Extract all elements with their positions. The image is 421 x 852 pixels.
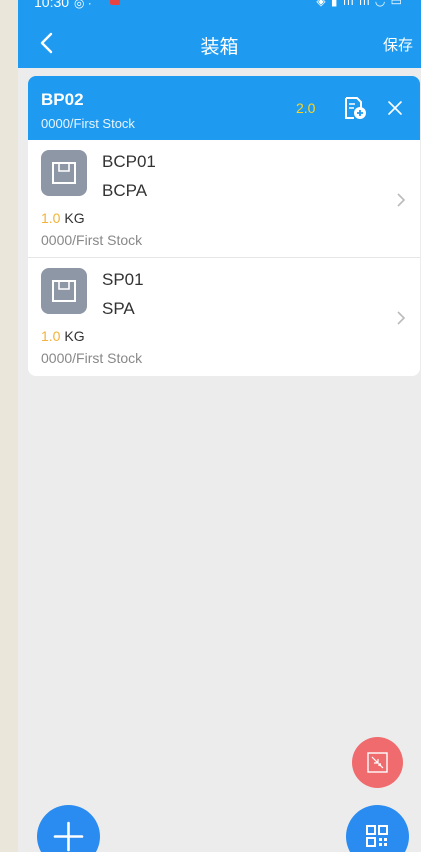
list-item[interactable]: BCP01 BCPA 1.0 KG 0000/First Stock (28, 140, 420, 257)
item-weight-value: 1.0 (41, 210, 61, 226)
item-code: SP01 (102, 270, 144, 289)
item-weight-value: 1.0 (41, 328, 61, 344)
item-location: 0000/First Stock (41, 350, 143, 366)
app-screen: 10:30 ◎ · ◈ ▮ ıll ıll ◡ ▭ 装箱 保存 BP02 000… (18, 0, 421, 852)
item-weight-unit: KG (64, 328, 85, 344)
list-item[interactable]: SP01 SPA 1.0 KG 0000/First Stock (28, 258, 420, 375)
chevron-right-icon (397, 193, 406, 207)
add-button[interactable] (37, 805, 100, 852)
qr-code-icon (366, 825, 388, 847)
status-notification-icons: ◎ · (74, 0, 92, 10)
collapse-button[interactable] (352, 737, 403, 788)
document-add-icon[interactable] (343, 96, 367, 120)
page-title: 装箱 (200, 37, 239, 58)
status-bar: 10:30 ◎ · ◈ ▮ ıll ıll ◡ ▭ (18, 0, 421, 14)
package-location: 0000/First Stock (41, 116, 135, 131)
chevron-right-icon (397, 311, 406, 325)
item-name: SPA (102, 299, 135, 318)
close-icon[interactable] (386, 99, 404, 117)
plus-icon (53, 821, 84, 852)
status-time: 10:30 (34, 0, 70, 10)
package-header: BP02 0000/First Stock 2.0 (28, 76, 420, 140)
package-code: BP02 (41, 90, 84, 109)
status-system-icons: ◈ ▮ ıll ıll ◡ ▭ (316, 0, 403, 8)
app-header: 10:30 ◎ · ◈ ▮ ıll ıll ◡ ▭ 装箱 保存 (18, 0, 421, 68)
collapse-icon (367, 752, 388, 773)
save-button[interactable]: 保存 (383, 34, 413, 55)
package-card: BP02 0000/First Stock 2.0 BCP01 BCPA 1.0… (28, 76, 420, 376)
item-weight-unit: KG (64, 210, 85, 226)
item-name: BCPA (102, 181, 148, 200)
box-icon (41, 268, 87, 314)
package-weight: 2.0 (296, 100, 316, 116)
item-weight: 1.0 KG (41, 328, 85, 344)
box-icon (41, 150, 87, 196)
item-location: 0000/First Stock (41, 232, 143, 248)
item-code: BCP01 (102, 152, 156, 171)
item-weight: 1.0 KG (41, 210, 85, 226)
status-app-icon (110, 0, 120, 5)
scan-button[interactable] (346, 805, 409, 852)
